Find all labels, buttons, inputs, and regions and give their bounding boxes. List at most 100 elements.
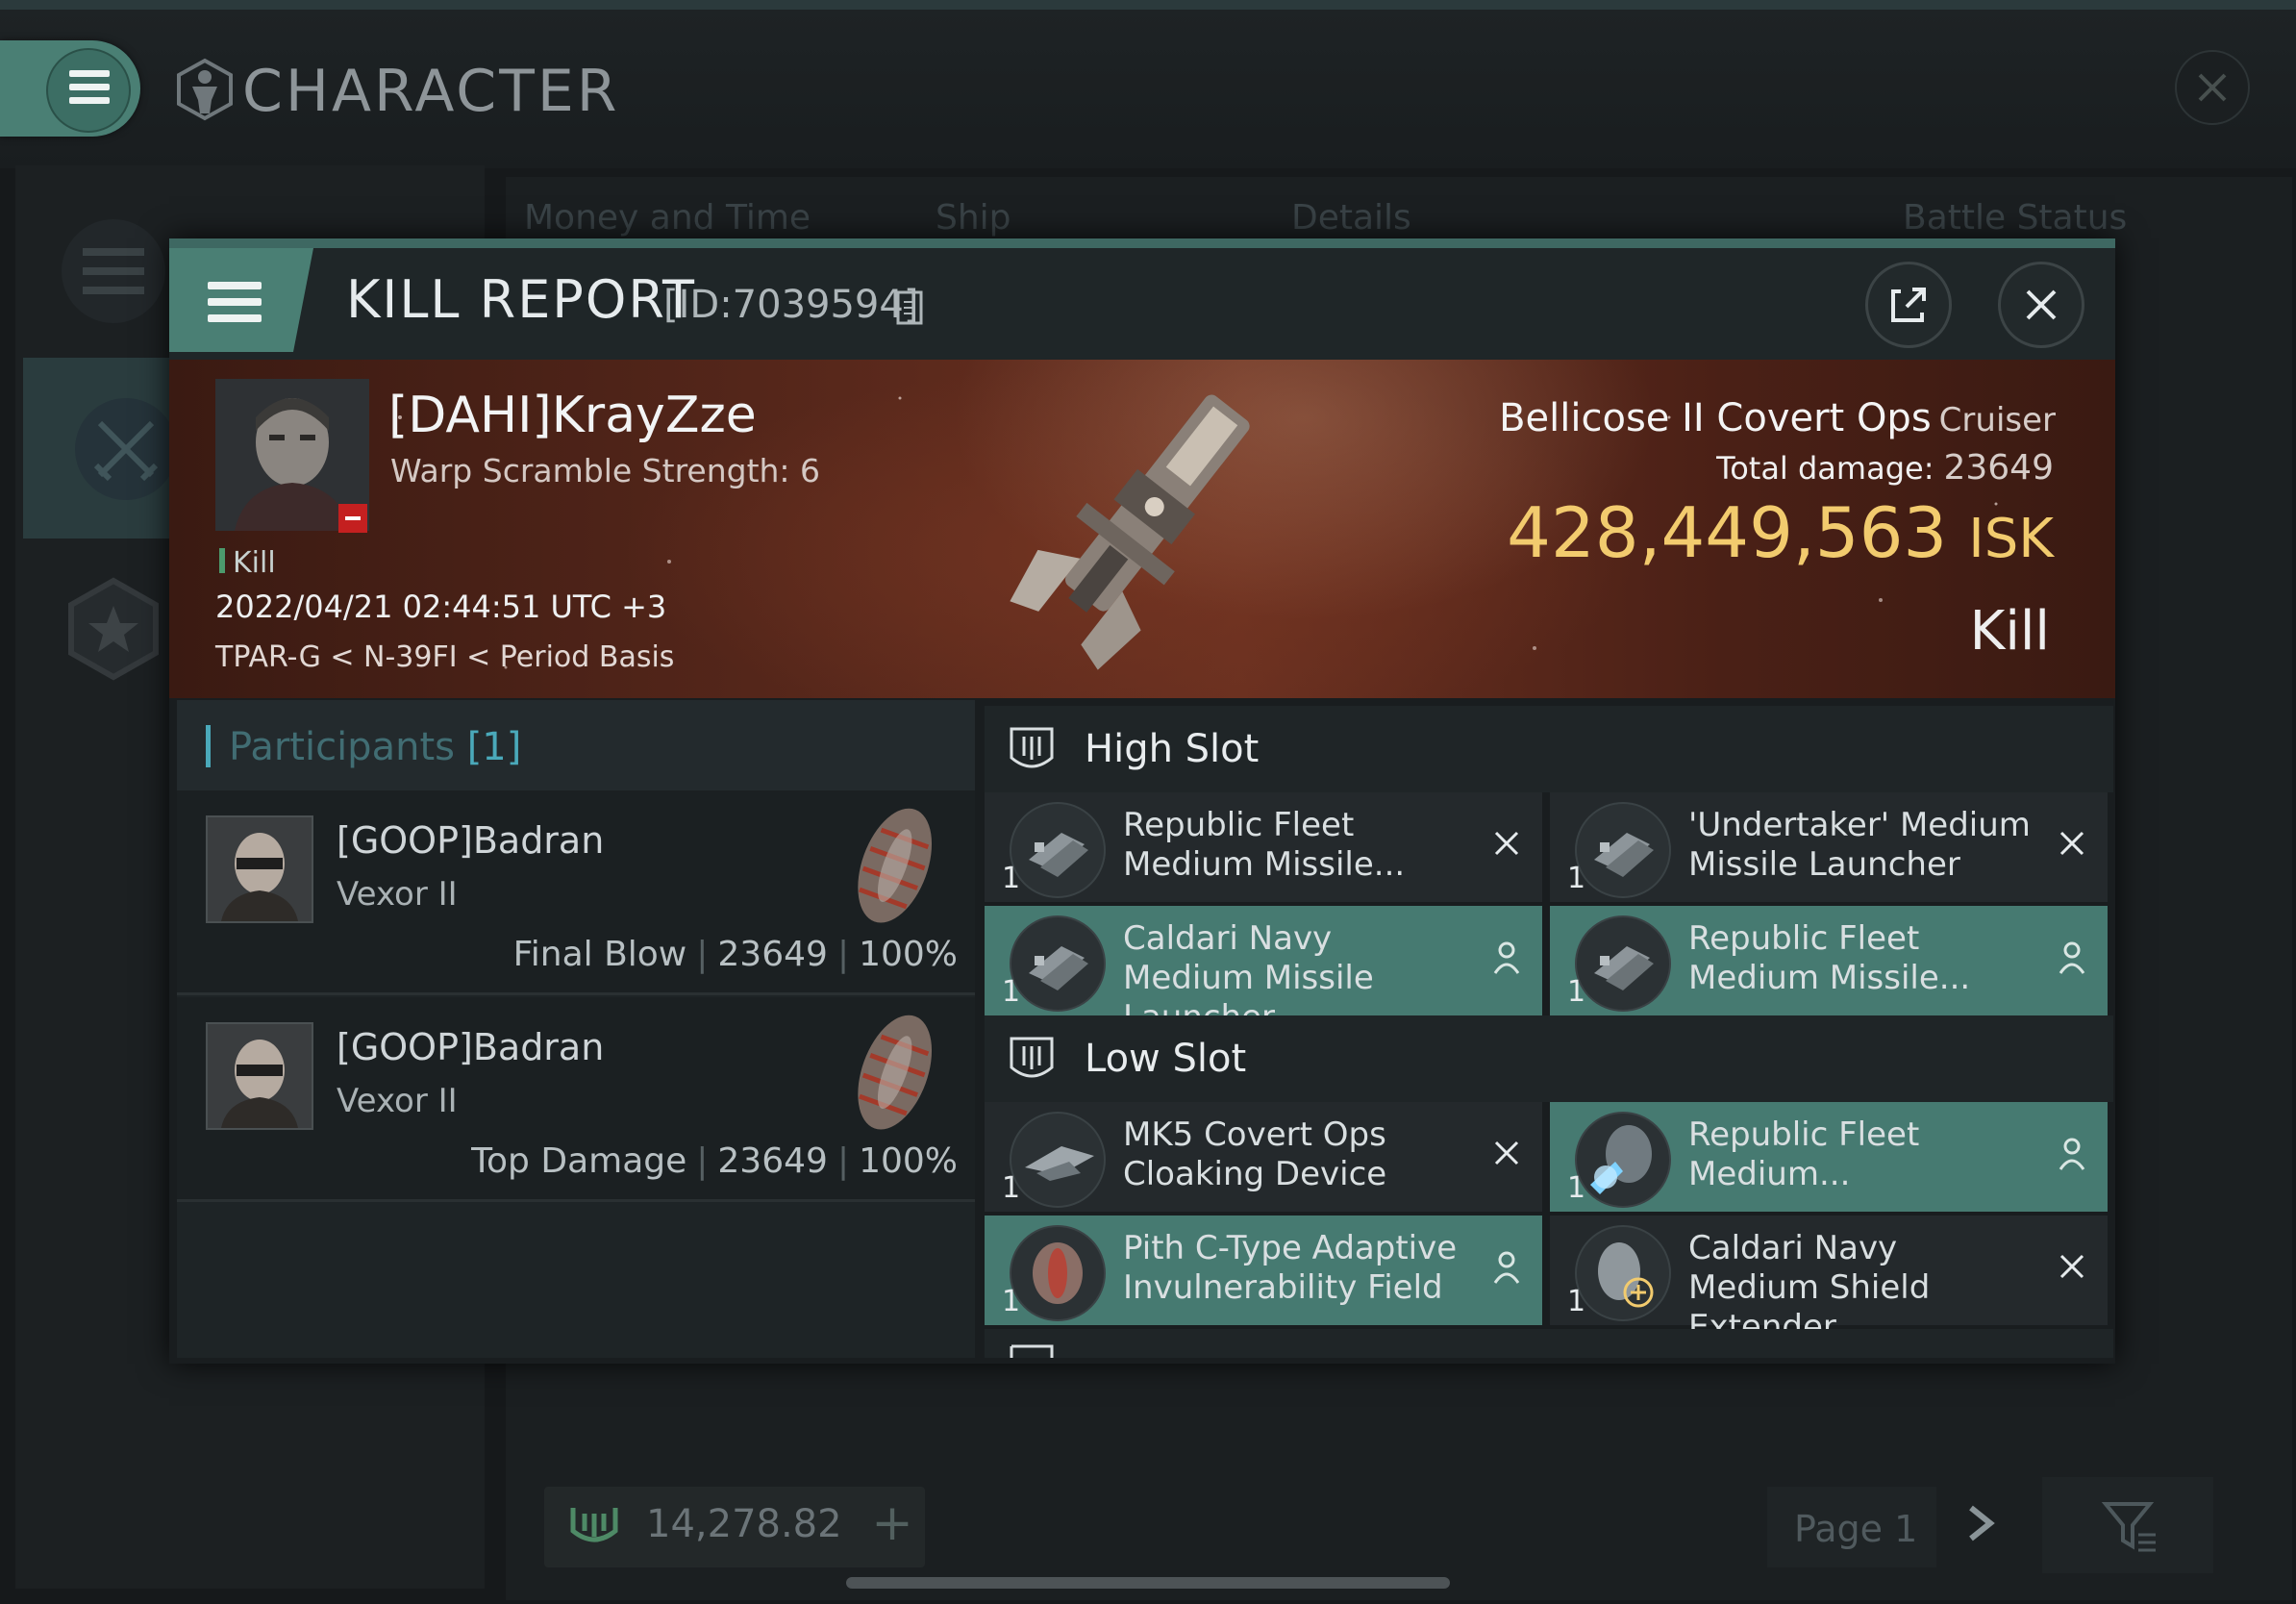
module-quantity: 1 [1002, 1285, 1021, 1318]
negative-standing-badge [338, 504, 367, 533]
victim-ship-image[interactable] [971, 369, 1317, 687]
close-character-button[interactable] [2175, 50, 2250, 125]
module-quantity: 1 [1002, 1171, 1021, 1205]
ballistic-control-icon [1575, 1112, 1671, 1208]
dropped-person-icon [2059, 1138, 2085, 1170]
participant-damage: 23649 [717, 935, 828, 974]
hamburger-icon [69, 63, 110, 111]
module-quantity: 1 [1002, 862, 1021, 895]
window-accent-line [169, 238, 2115, 248]
ship-name: Bellicose II Covert Ops [1499, 396, 1932, 440]
share-button[interactable] [1865, 262, 1952, 348]
isk-value: 428,449,563 ISK [1507, 492, 2054, 573]
missile-launcher-icon [1575, 915, 1671, 1012]
module-item[interactable]: 1 Pith C-Type Adaptive Invulnerability F… [985, 1216, 1542, 1325]
module-name: Pith C-Type Adaptive Invulnerability Fie… [1123, 1229, 1458, 1307]
low-slot-icon [1010, 1037, 1054, 1078]
participant-ship-image[interactable] [836, 798, 952, 937]
tab-ship[interactable]: Ship [936, 198, 1011, 238]
high-slot-icon [1010, 727, 1054, 768]
dropped-person-icon [2059, 941, 2085, 974]
destroyed-icon [2059, 831, 2084, 856]
kill-report-id: [ID:7039594] [663, 283, 919, 327]
module-quantity: 1 [1567, 975, 1586, 1009]
main-menu-button[interactable] [0, 40, 140, 137]
participant-row[interactable]: [GOOP]Badran Vexor II Final Blow | 23649 | 1… [177, 790, 975, 995]
destroyed-icon [2059, 1254, 2084, 1279]
missile-launcher-icon [1010, 802, 1106, 898]
module-item[interactable]: 1 Caldari Navy Medium Shield Extender [1550, 1216, 2108, 1346]
kill-timestamp: 2022/04/21 02:44:51 UTC +3 [215, 589, 667, 625]
participant-ship-image[interactable] [836, 1005, 952, 1143]
ship-type[interactable]: Bellicose II Covert Ops Cruiser [1499, 396, 2056, 440]
low-slot-header: Low Slot [985, 1015, 2113, 1102]
participants-label: Participants [229, 725, 455, 769]
participant-portrait[interactable] [206, 815, 313, 923]
menu-button-ring [46, 48, 131, 133]
close-kill-report-button[interactable] [1998, 262, 2084, 348]
module-item[interactable]: 1 MK5 Covert Ops Cloaking Device [985, 1102, 1542, 1212]
filter-icon [2101, 1502, 2156, 1552]
sidebar-item-menu[interactable] [62, 219, 165, 323]
module-item[interactable]: 1 Republic Fleet Medium Missile... [985, 792, 1542, 902]
next-page-button[interactable] [1961, 1496, 2000, 1550]
module-name: MK5 Covert Ops Cloaking Device [1123, 1115, 1387, 1193]
participants-count: [1] [466, 725, 522, 769]
module-name: Republic Fleet Medium Missile... [1688, 919, 1971, 997]
tab-details[interactable]: Details [1291, 198, 1411, 238]
result-label: Kill [1969, 600, 2050, 663]
warp-scramble-strength: Warp Scramble Strength: 6 [390, 452, 821, 489]
destroyed-icon [1494, 831, 1519, 856]
module-item[interactable]: 1 Caldari Navy Medium Missile Launcher [985, 906, 1542, 1037]
dropped-person-icon [1493, 941, 1520, 974]
isk-unit: ISK [1968, 508, 2054, 570]
sidebar-item-combat[interactable] [23, 358, 177, 539]
mid-slot-icon [1010, 1344, 1054, 1358]
missile-launcher-icon [1010, 915, 1106, 1012]
participant-name[interactable]: [GOOP]Badran [337, 1026, 604, 1068]
kill-location[interactable]: TPAR-G < N-39FI < Period Basis [215, 640, 674, 674]
module-item[interactable]: 1 'Undertaker' Medium Missile Launcher [1550, 792, 2108, 902]
module-name: Republic Fleet Medium Missile... [1123, 806, 1406, 884]
high-slot-header: High Slot [985, 706, 2113, 792]
wallet-balance: 14,278.82 [646, 1502, 842, 1546]
shield-extender-icon [1575, 1225, 1671, 1321]
participant-stats: Top Damage | 23649 | 100% [471, 1141, 958, 1181]
module-quantity: 1 [1567, 1171, 1586, 1205]
participant-name[interactable]: [GOOP]Badran [337, 819, 604, 862]
page-label: Page 1 [1794, 1508, 1918, 1550]
total-damage: Total damage: 23649 [1716, 448, 2054, 488]
participant-stats: Final Blow | 23649 | 100% [512, 935, 958, 974]
participants-title[interactable]: Participants [1] [229, 725, 521, 769]
participant-portrait[interactable] [206, 1022, 313, 1130]
participant-role: Final Blow [512, 935, 687, 974]
kill-report-title: KILL REPORT [346, 269, 696, 330]
horizontal-scrollbar[interactable] [846, 1577, 1450, 1589]
victim-name[interactable]: [DAHI]KrayZze [388, 387, 757, 444]
participant-percent: 100% [859, 935, 958, 974]
tab-battle-status[interactable]: Battle Status [1903, 198, 2127, 238]
copy-icon[interactable] [894, 288, 927, 327]
destroyed-icon [1494, 1140, 1519, 1165]
add-funds-button[interactable]: + [865, 1496, 919, 1550]
participant-damage: 23649 [717, 1141, 828, 1181]
module-item[interactable]: 1 Republic Fleet Medium Missile... [1550, 906, 2108, 1015]
filter-button[interactable] [2042, 1477, 2213, 1573]
participant-role: Top Damage [471, 1141, 687, 1181]
tab-money-and-time[interactable]: Money and Time [524, 198, 811, 238]
low-slot-title: Low Slot [1085, 1037, 1247, 1081]
plex-icon [570, 1508, 618, 1542]
module-name: Republic Fleet Medium... [1688, 1115, 1920, 1193]
sidebar-item-achievements[interactable] [62, 577, 165, 681]
page-title: CHARACTER [242, 58, 620, 125]
isk-amount: 428,449,563 [1507, 492, 1948, 573]
participant-ship: Vexor II [337, 1082, 458, 1120]
cloaking-device-icon [1010, 1112, 1106, 1208]
module-quantity: 1 [1567, 1285, 1586, 1318]
missile-launcher-icon [1575, 802, 1671, 898]
module-item[interactable]: 1 Republic Fleet Medium... [1550, 1102, 2108, 1212]
ship-class: Cruiser [1938, 401, 2056, 439]
total-damage-value: 23649 [1943, 448, 2054, 488]
participant-row[interactable]: [GOOP]Badran Vexor II Top Damage | 23649 | 1… [177, 997, 975, 1202]
kill-report-menu-button[interactable] [169, 248, 313, 352]
